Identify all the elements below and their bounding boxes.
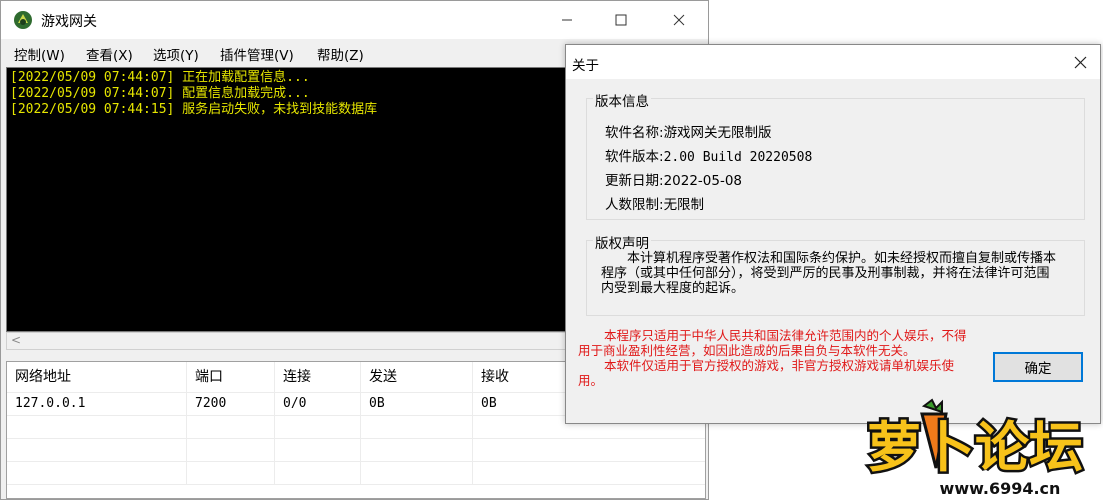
watermark-text: 萝卜论坛 (867, 416, 1083, 479)
user-limit-row: 人数限制:无限制 (605, 193, 704, 213)
log-console[interactable]: [2022/05/09 07:44:07] 正在加载配置信息... [2022/… (6, 67, 600, 332)
copyright-text: 本计算机程序受著作权法和国际条约保护。如未经授权而擅自复制或传播本程序（或其中任… (601, 251, 1057, 296)
log-line: [2022/05/09 07:44:07] 配置信息加载完成... (10, 86, 310, 101)
dialog-close-button[interactable] (1060, 45, 1100, 79)
software-name-label: 软件名称: (605, 125, 664, 141)
about-dialog: 关于 版本信息 软件名称:游戏网关无限制版 软件版本:2.00 Build 20… (565, 44, 1101, 424)
maximize-icon (615, 14, 627, 26)
scroll-left-icon[interactable]: < (11, 333, 21, 347)
column-header-port[interactable]: 端口 (187, 362, 275, 392)
cell-sent: 0B (361, 393, 473, 415)
menu-options[interactable]: 选项(Y) (153, 44, 199, 64)
column-header-address[interactable]: 网络地址 (7, 362, 187, 392)
update-date-row: 更新日期:2022-05-08 (605, 169, 742, 189)
minimize-icon (562, 19, 572, 21)
main-titlebar[interactable]: 游戏网关 (1, 1, 708, 39)
software-version-value: 2.00 Build 20220508 (663, 150, 813, 165)
horizontal-scrollbar[interactable]: < (6, 332, 600, 350)
update-date-value: 2022-05-08 (663, 173, 743, 189)
log-line: [2022/05/09 07:44:07] 正在加载配置信息... (10, 70, 310, 85)
usage-notice-paragraph: 本软件仅适用于官方授权的游戏，非官方授权游戏请单机娱乐使用。 (578, 358, 955, 388)
column-header-connections[interactable]: 连接 (275, 362, 361, 392)
software-version-label: 软件版本: (605, 149, 664, 165)
column-header-sent[interactable]: 发送 (361, 362, 473, 392)
software-version-row: 软件版本:2.00 Build 20220508 (605, 145, 812, 165)
close-button[interactable] (656, 1, 702, 39)
log-line: [2022/05/09 07:44:15] 服务启动失败，未找到技能数据库 (10, 102, 378, 117)
table-row-empty (7, 462, 705, 485)
user-limit-label: 人数限制: (605, 197, 664, 213)
version-info-group: 版本信息 软件名称:游戏网关无限制版 软件版本:2.00 Build 20220… (586, 90, 1085, 220)
software-name-value: 游戏网关无限制版 (663, 125, 772, 141)
usage-notice-paragraph: 本程序只适用于中华人民共和国法律允许范围内的个人娱乐，不得用于商业盈利性经营，如… (578, 328, 967, 358)
menu-control[interactable]: 控制(W) (14, 44, 65, 64)
window-title: 游戏网关 (41, 14, 97, 30)
update-date-label: 更新日期: (605, 173, 664, 189)
copyright-legend: 版权声明 (593, 232, 651, 252)
maximize-button[interactable] (598, 1, 644, 39)
usage-notice: 本程序只适用于中华人民共和国法律允许范围内的个人娱乐，不得用于商业盈利性经营，如… (578, 328, 970, 388)
menu-view[interactable]: 查看(X) (86, 44, 133, 64)
software-name-row: 软件名称:游戏网关无限制版 (605, 121, 772, 141)
copyright-group: 版权声明 本计算机程序受著作权法和国际条约保护。如未经授权而擅自复制或传播本程序… (586, 232, 1085, 316)
close-icon (1074, 56, 1086, 68)
cell-port: 7200 (187, 393, 275, 415)
ok-button[interactable]: 确定 (993, 352, 1083, 382)
menu-plugins[interactable]: 插件管理(V) (220, 44, 294, 64)
version-info-legend: 版本信息 (593, 90, 651, 110)
menu-help[interactable]: 帮助(Z) (317, 44, 364, 64)
user-limit-value: 无限制 (663, 197, 705, 213)
cell-address: 127.0.0.1 (7, 393, 187, 415)
app-icon (14, 11, 32, 29)
minimize-button[interactable] (544, 1, 590, 39)
watermark-url: www.6994.cn (940, 479, 1061, 498)
dialog-title: 关于 (572, 58, 599, 74)
table-row-empty (7, 439, 705, 462)
site-watermark-logo: 萝卜论坛 www.6994.cn (865, 398, 1086, 498)
cell-connections: 0/0 (275, 393, 361, 415)
about-titlebar[interactable]: 关于 (566, 45, 1100, 79)
close-icon (673, 14, 685, 26)
